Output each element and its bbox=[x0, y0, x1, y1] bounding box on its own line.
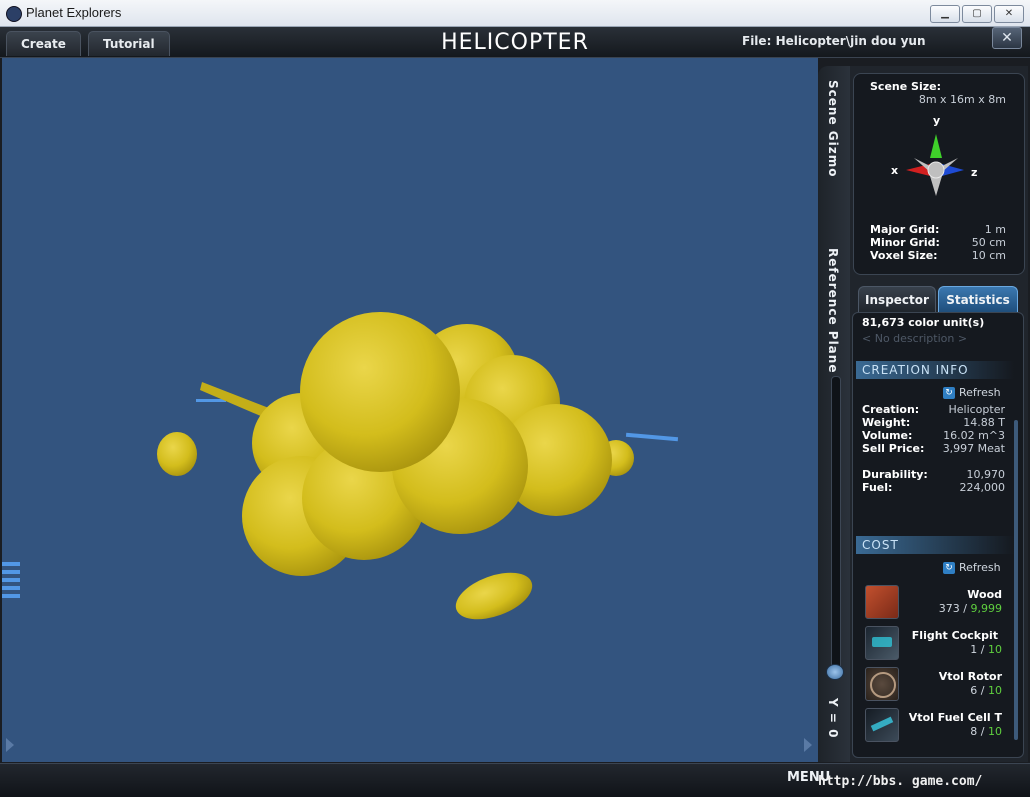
sell-price-value: 3,997 Meat bbox=[942, 442, 1005, 455]
description-text: < No description > bbox=[862, 332, 968, 345]
app-icon bbox=[6, 6, 22, 22]
cost-item-name: Wood bbox=[967, 588, 1002, 601]
model-piece bbox=[157, 432, 197, 476]
creation-title: HELICOPTER bbox=[441, 30, 589, 55]
fuel-label: Fuel: bbox=[862, 481, 893, 494]
scene-gizmo-tab[interactable]: Scene Gizmo bbox=[826, 80, 840, 177]
file-label: File: bbox=[742, 34, 772, 48]
light-strip bbox=[625, 432, 679, 442]
tutorial-tab[interactable]: Tutorial bbox=[88, 31, 170, 56]
cost-item-name: Flight Cockpit bbox=[911, 629, 998, 642]
watermark-text: http://bbs. game.com/ bbox=[818, 774, 983, 789]
cost-item-count: 6 / 10 bbox=[970, 684, 1002, 697]
cost-item-name: Vtol Rotor bbox=[938, 670, 1002, 683]
volume-value: 16.02 m^3 bbox=[943, 429, 1005, 442]
cost-item-count: 373 / 9,999 bbox=[938, 602, 1002, 615]
viewport-right-arrow-icon[interactable] bbox=[804, 738, 812, 752]
weight-value: 14.88 T bbox=[963, 416, 1005, 429]
file-info: File: Helicopter\jin dou yun bbox=[742, 34, 926, 48]
statistics-scrollbar[interactable] bbox=[1014, 420, 1018, 740]
refresh-icon: ↻ bbox=[943, 562, 955, 574]
voxel-model bbox=[2, 312, 679, 620]
3d-viewport[interactable] bbox=[2, 58, 818, 762]
create-tab[interactable]: Create bbox=[6, 31, 81, 56]
sell-price-label: Sell Price: bbox=[862, 442, 925, 455]
refresh-label: Refresh bbox=[959, 561, 1001, 574]
window-title: Planet Explorers bbox=[26, 5, 122, 20]
axis-y-label: y bbox=[933, 114, 941, 127]
viewport-left-arrow-icon[interactable] bbox=[6, 738, 14, 752]
color-units: 81,673 color unit(s) bbox=[862, 316, 985, 329]
model-sphere bbox=[300, 312, 460, 472]
axis-x-label: x bbox=[891, 164, 899, 177]
cost-header: COST bbox=[856, 536, 1014, 554]
statistics-tab[interactable]: Statistics bbox=[938, 286, 1018, 313]
file-path: Helicopter\jin dou yun bbox=[775, 34, 926, 48]
cost-item-count: 1 / 10 bbox=[970, 643, 1002, 656]
cost-item-name: Vtol Fuel Cell T bbox=[908, 711, 1002, 724]
durability-label: Durability: bbox=[862, 468, 928, 481]
refresh-icon: ↻ bbox=[943, 387, 955, 399]
window-titlebar: Planet Explorers ▁ ▢ ✕ bbox=[0, 0, 1030, 27]
creation-refresh-button[interactable]: ↻ Refresh bbox=[943, 386, 1001, 399]
cost-item-count: 8 / 10 bbox=[970, 725, 1002, 738]
fuel-value: 224,000 bbox=[959, 481, 1006, 494]
creation-label: Creation: bbox=[862, 403, 920, 416]
left-edge-light-strip bbox=[2, 562, 20, 598]
creation-info-header: CREATION INFO bbox=[856, 361, 1014, 379]
cost-refresh-button[interactable]: ↻ Refresh bbox=[943, 561, 1001, 574]
maximize-button[interactable]: ▢ bbox=[962, 5, 992, 23]
reference-plane-slider-track[interactable] bbox=[831, 376, 841, 678]
reference-plane-tab[interactable]: Reference Plane bbox=[826, 248, 840, 373]
weight-label: Weight: bbox=[862, 416, 911, 429]
reference-plane-slider-handle[interactable] bbox=[826, 664, 844, 680]
model-piece bbox=[455, 572, 533, 620]
voxel-size-value: 10 cm bbox=[971, 249, 1006, 262]
voxel-size-label: Voxel Size: bbox=[870, 249, 938, 262]
volume-label: Volume: bbox=[862, 429, 913, 442]
inspector-tab[interactable]: Inspector bbox=[858, 286, 936, 313]
axis-z-label: z bbox=[971, 166, 978, 179]
window-close-button[interactable]: ✕ bbox=[994, 5, 1024, 23]
major-grid-label: Major Grid: bbox=[870, 223, 940, 236]
minor-grid-label: Minor Grid: bbox=[870, 236, 940, 249]
refresh-label: Refresh bbox=[959, 386, 1001, 399]
scene-size-value: 8m x 16m x 8m bbox=[918, 93, 1006, 106]
scene-size-label: Scene Size: bbox=[870, 80, 941, 93]
minimize-button[interactable]: ▁ bbox=[930, 5, 960, 23]
major-grid-value: 1 m bbox=[984, 223, 1006, 236]
durability-value: 10,970 bbox=[966, 468, 1006, 481]
creation-value: Helicopter bbox=[948, 403, 1005, 416]
light-strip bbox=[196, 399, 226, 402]
minor-grid-value: 50 cm bbox=[971, 236, 1006, 249]
reference-plane-y-value: Y = 0 bbox=[826, 698, 840, 739]
editor-close-button[interactable]: ✕ bbox=[992, 27, 1022, 49]
